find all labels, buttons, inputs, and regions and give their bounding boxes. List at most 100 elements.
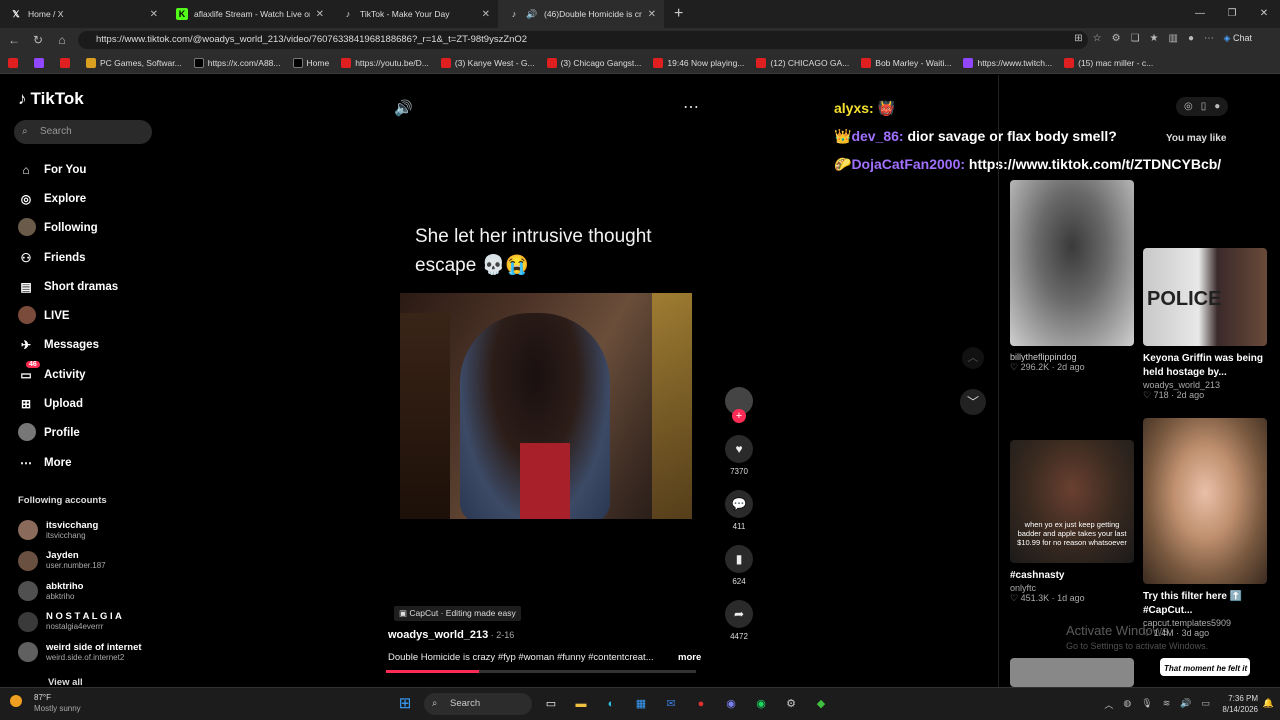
sidebar-item-more[interactable]: ⋯ More bbox=[18, 448, 118, 477]
more-link[interactable]: more bbox=[678, 652, 701, 663]
recommended-video-card[interactable]: POLICE Keyona Griffin was being held hos… bbox=[1143, 248, 1267, 401]
volume-icon[interactable]: 🔊 bbox=[394, 99, 413, 117]
browser-tab[interactable]: K aflaxlife Stream - Watch Live on Kick … bbox=[166, 0, 332, 28]
chat-button[interactable]: ◈ Chat bbox=[1224, 33, 1252, 44]
close-icon[interactable]: ✕ bbox=[316, 9, 324, 20]
recommended-video-card[interactable]: Try this filter here ⬆️ #CapCut... capcu… bbox=[1143, 418, 1267, 639]
save-action[interactable]: ▮ 624 bbox=[724, 545, 754, 586]
comment-action[interactable]: 💬 411 bbox=[724, 490, 754, 531]
sidebar-item-friends[interactable]: ⚇ Friends bbox=[18, 243, 118, 272]
notification-icon[interactable]: 🔔 bbox=[1263, 698, 1274, 709]
video-player[interactable] bbox=[400, 293, 692, 519]
creator-avatar[interactable]: + bbox=[725, 387, 753, 423]
avatar[interactable]: ● bbox=[1214, 101, 1220, 112]
bookmark-item[interactable]: https://www.twitch... bbox=[963, 57, 1052, 68]
recommended-video-card[interactable]: billytheflippindog ♡ 296.2K · 2d ago bbox=[1010, 180, 1134, 373]
back-button[interactable]: ← bbox=[2, 33, 26, 47]
bookmark-item[interactable]: (3) Kanye West - G... bbox=[440, 57, 535, 68]
taskbar-search[interactable]: ⌕ Search bbox=[424, 693, 532, 715]
outlook-icon[interactable]: ✉ bbox=[660, 693, 682, 715]
bookmark-item[interactable]: (15) mac miller - c... bbox=[1064, 57, 1153, 68]
profile-avatar[interactable]: ● bbox=[1188, 33, 1194, 44]
app-icon[interactable]: ⊞ bbox=[1074, 33, 1082, 44]
speaker-icon[interactable]: 🔊 bbox=[526, 8, 538, 20]
bookmark-item[interactable]: https://x.com/A88... bbox=[193, 57, 281, 68]
sidebar-item-messages[interactable]: ✈ Messages bbox=[18, 331, 118, 360]
bookmark-item[interactable]: PC Games, Softwar... bbox=[86, 57, 182, 68]
windows-start-icon[interactable]: ⊞ bbox=[394, 693, 416, 715]
new-tab-button[interactable]: + bbox=[664, 5, 693, 23]
close-icon[interactable]: ✕ bbox=[648, 9, 656, 20]
video-thumbnail[interactable] bbox=[1010, 658, 1134, 687]
bookmark-item[interactable]: 19:46 Now playing... bbox=[653, 57, 744, 68]
collections-icon[interactable]: ❏ bbox=[1131, 33, 1140, 44]
microphone-icon[interactable]: 🎙 bbox=[1141, 698, 1152, 711]
sidebar-item-upload[interactable]: ⊞ Upload bbox=[18, 389, 118, 418]
following-account[interactable]: weird side of internet weird.side.of.inte… bbox=[18, 637, 142, 668]
spotify-icon[interactable]: ◉ bbox=[750, 693, 772, 715]
battery-icon[interactable]: ▭ bbox=[1201, 698, 1210, 711]
favorites-icon[interactable]: ★ bbox=[1150, 33, 1159, 44]
device-icon[interactable]: ▯ bbox=[1201, 101, 1207, 112]
minimize-button[interactable]: — bbox=[1184, 0, 1216, 28]
steam-icon[interactable]: ⚙ bbox=[780, 693, 802, 715]
sidebar-item-explore[interactable]: ◎ Explore bbox=[18, 184, 118, 213]
store-icon[interactable]: ▦ bbox=[630, 693, 652, 715]
bookmark-item[interactable] bbox=[60, 57, 74, 68]
following-account[interactable]: N O S T A L G I Anostalgia4everrr bbox=[18, 607, 142, 638]
bookmark-item[interactable] bbox=[34, 57, 48, 68]
sidebar-item-activity[interactable]: ▭ 46 Activity bbox=[18, 360, 118, 389]
capcut-tag[interactable]: ▣ CapCut · Editing made easy bbox=[394, 606, 521, 621]
sidebar-item-live[interactable]: LIVE bbox=[18, 301, 118, 330]
sidebar-item-for-you[interactable]: ⌂ For You bbox=[18, 155, 118, 184]
network-icon[interactable]: ◍ bbox=[1123, 698, 1131, 711]
file-explorer-icon[interactable]: ▬ bbox=[570, 693, 592, 715]
bookmark-item[interactable]: (12) CHICAGO GA... bbox=[756, 57, 849, 68]
wifi-icon[interactable]: ≋ bbox=[1163, 698, 1171, 711]
video-progress-bar[interactable] bbox=[386, 670, 696, 673]
previous-video-button[interactable]: ︿ bbox=[962, 347, 984, 369]
share-action[interactable]: ➦ 4472 bbox=[724, 600, 754, 641]
sidebar-item-short-dramas[interactable]: ▤ Short dramas bbox=[18, 272, 118, 301]
video-author[interactable]: woadys_world_213 · 2-16 bbox=[388, 629, 514, 641]
split-icon[interactable]: ▥ bbox=[1169, 33, 1178, 44]
tiktok-logo[interactable]: ♪ TikTok bbox=[18, 89, 84, 109]
more-options-icon[interactable]: ⋯ bbox=[683, 97, 699, 117]
following-account[interactable]: itsvicchang itsvicchang bbox=[18, 515, 142, 546]
chevron-up-icon[interactable]: ︿ bbox=[1104, 698, 1113, 711]
xbox-icon[interactable]: ◆ bbox=[810, 693, 832, 715]
sidebar-item-profile[interactable]: Profile bbox=[18, 419, 118, 448]
app-icon[interactable]: ● bbox=[690, 693, 712, 715]
edge-icon[interactable]: ◐ bbox=[600, 693, 622, 715]
home-button[interactable]: ⌂ bbox=[50, 33, 74, 47]
close-icon[interactable]: ✕ bbox=[150, 9, 158, 20]
discord-icon[interactable]: ◉ bbox=[720, 693, 742, 715]
follow-plus-icon[interactable]: + bbox=[732, 409, 746, 423]
recommended-video-card[interactable]: when yo ex just keep getting badder and … bbox=[1010, 440, 1134, 604]
browser-tab[interactable]: 𝕏 Home / X ✕ bbox=[0, 0, 166, 28]
browser-tab[interactable]: ♪ TikTok - Make Your Day ✕ bbox=[332, 0, 498, 28]
sidebar-item-following[interactable]: Following bbox=[18, 214, 118, 243]
task-view-icon[interactable]: ▭ bbox=[540, 693, 562, 715]
following-account[interactable]: abktriho abktriho bbox=[18, 576, 142, 607]
extensions-icon[interactable]: ⚙ bbox=[1112, 33, 1121, 44]
address-bar[interactable]: https://www.tiktok.com/@woadys_world_213… bbox=[78, 31, 1088, 49]
next-video-button[interactable]: ﹀ bbox=[960, 389, 986, 415]
like-action[interactable]: ♥ 7370 bbox=[724, 435, 754, 476]
bookmark-item[interactable]: https://youtu.be/D... bbox=[341, 57, 429, 68]
bookmark-item[interactable] bbox=[8, 57, 22, 68]
bookmark-item[interactable]: (3) Chicago Gangst... bbox=[546, 57, 641, 68]
refresh-button[interactable]: ↻ bbox=[26, 33, 50, 47]
compass-icon[interactable]: ◎ bbox=[1184, 101, 1193, 112]
bookmark-item[interactable]: Home bbox=[292, 57, 329, 68]
menu-icon[interactable]: ⋯ bbox=[1204, 33, 1214, 44]
volume-icon[interactable]: 🔊 bbox=[1180, 698, 1191, 711]
video-thumbnail[interactable]: That moment he felt it bbox=[1160, 658, 1250, 676]
star-icon[interactable]: ☆ bbox=[1093, 33, 1102, 44]
close-window-button[interactable]: ✕ bbox=[1248, 0, 1280, 28]
close-icon[interactable]: ✕ bbox=[482, 9, 490, 20]
weather-widget[interactable]: 87°F Mostly sunny bbox=[10, 692, 81, 714]
search-input[interactable]: ⌕ Search bbox=[14, 120, 152, 144]
clock[interactable]: 7:36 PM 8/14/2026 bbox=[1222, 693, 1258, 715]
following-account[interactable]: Jayden user.number.187 bbox=[18, 546, 142, 577]
